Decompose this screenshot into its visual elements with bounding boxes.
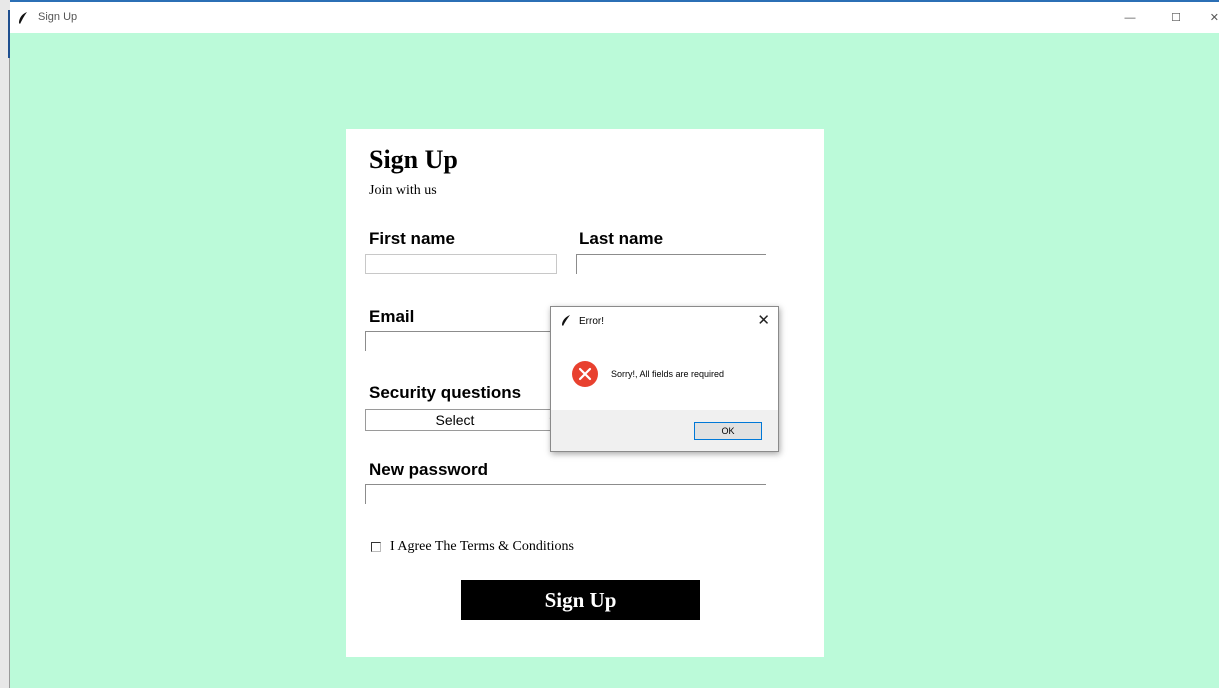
error-icon bbox=[572, 361, 598, 387]
dialog-title: Error! bbox=[579, 316, 604, 327]
terms-checkbox[interactable] bbox=[371, 542, 381, 552]
error-dialog: Error! ✕ Sorry!, All fields are required… bbox=[550, 306, 779, 452]
page-title: Sign Up bbox=[369, 145, 458, 174]
dialog-titlebar[interactable]: Error! ✕ bbox=[551, 307, 778, 335]
new-password-field[interactable] bbox=[365, 484, 766, 504]
feather-icon bbox=[562, 315, 570, 326]
dialog-body: Sorry!, All fields are required bbox=[551, 335, 778, 410]
new-password-label: New password bbox=[369, 460, 489, 479]
email-label: Email bbox=[369, 307, 415, 326]
maximize-button[interactable]: ☐ bbox=[1153, 2, 1199, 33]
window-close-button[interactable]: ✕ bbox=[1199, 2, 1219, 33]
last-name-label: Last name bbox=[579, 229, 664, 248]
first-name-field[interactable] bbox=[365, 254, 557, 274]
security-questions-label: Security questions bbox=[369, 383, 522, 402]
window-titlebar[interactable]: Sign Up — ☐ ✕ bbox=[10, 2, 1219, 33]
terms-row[interactable]: I Agree The Terms & Conditions bbox=[371, 539, 574, 555]
last-name-field[interactable] bbox=[576, 254, 766, 274]
dialog-footer: OK bbox=[551, 410, 778, 451]
first-name-label: First name bbox=[369, 229, 455, 248]
security-questions-select[interactable]: Select ⌄ bbox=[365, 409, 556, 431]
dialog-message: Sorry!, All fields are required bbox=[611, 369, 725, 379]
window-title: Sign Up bbox=[38, 11, 78, 23]
sign-up-button[interactable]: Sign Up bbox=[461, 580, 700, 620]
dialog-close-button[interactable]: ✕ bbox=[757, 311, 770, 329]
ok-button[interactable]: OK bbox=[694, 422, 762, 440]
page-subtitle: Join with us bbox=[369, 183, 437, 198]
terms-label[interactable]: I Agree The Terms & Conditions bbox=[390, 539, 574, 555]
feather-icon bbox=[19, 12, 27, 24]
window-controls: — ☐ ✕ bbox=[1107, 2, 1219, 33]
minimize-button[interactable]: — bbox=[1107, 2, 1153, 33]
security-questions-value: Select bbox=[435, 412, 475, 428]
